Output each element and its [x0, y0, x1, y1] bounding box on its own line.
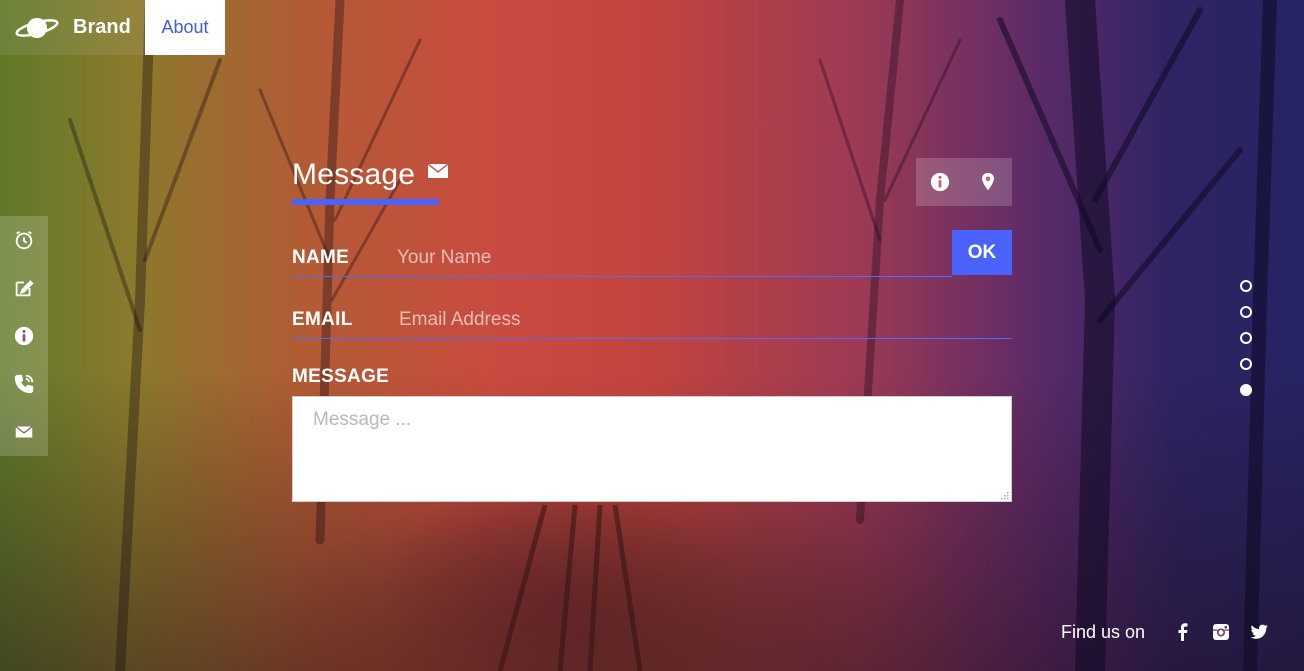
resize-grip-icon[interactable]: [999, 490, 1009, 500]
info-icon: [930, 172, 950, 192]
email-label: EMAIL: [292, 309, 353, 330]
top-navbar: Brand About: [0, 0, 225, 55]
phone-icon: [14, 374, 34, 394]
twitter-link[interactable]: [1249, 622, 1269, 642]
facebook-icon: [1178, 623, 1188, 641]
page-dot-4[interactable]: [1240, 358, 1252, 370]
email-field-row: EMAIL: [292, 292, 1012, 339]
sidebar-item-edit[interactable]: [0, 264, 48, 312]
name-input[interactable]: [395, 242, 939, 274]
page-dots: [1240, 280, 1254, 410]
location-pin-icon: [982, 172, 994, 191]
instagram-link[interactable]: [1211, 622, 1231, 642]
planet-icon: [15, 17, 59, 38]
facebook-link[interactable]: [1173, 622, 1193, 642]
clock-icon: [15, 230, 33, 250]
find-us-label: Find us on: [1061, 621, 1146, 642]
page-dot-2[interactable]: [1240, 306, 1252, 318]
page-dot-3[interactable]: [1240, 332, 1252, 344]
sidebar-item-info[interactable]: [0, 312, 48, 360]
social-links: Find us on: [1061, 620, 1277, 644]
edit-icon: [15, 280, 34, 297]
twitter-icon: [1250, 624, 1269, 639]
message-label: MESSAGE: [292, 366, 390, 387]
nav-about-link[interactable]: About: [145, 0, 225, 55]
sidebar-item-clock[interactable]: [0, 216, 48, 264]
sidebar-item-mail[interactable]: [0, 408, 48, 456]
page-dot-5-active[interactable]: [1240, 384, 1252, 396]
name-field-row: NAME: [292, 230, 952, 277]
location-button[interactable]: [964, 158, 1012, 206]
email-input[interactable]: [397, 304, 1001, 336]
info-icon: [14, 326, 34, 346]
form-heading: Message: [292, 158, 448, 206]
info-button-group: [916, 158, 1012, 206]
info-button[interactable]: [916, 158, 964, 206]
sidebar-item-phone[interactable]: [0, 360, 48, 408]
title-underline: [292, 199, 439, 205]
page-dot-1[interactable]: [1240, 280, 1252, 292]
name-label: NAME: [292, 247, 350, 268]
sidebar: [0, 216, 48, 456]
mail-icon: [15, 425, 33, 438]
form-title: Message: [292, 158, 416, 191]
brand-label: Brand: [73, 16, 131, 38]
instagram-icon: [1213, 624, 1230, 640]
message-textarea[interactable]: [292, 396, 1012, 502]
mail-icon: [427, 164, 448, 178]
ok-button[interactable]: OK: [952, 230, 1012, 275]
brand-link[interactable]: Brand: [0, 0, 145, 55]
